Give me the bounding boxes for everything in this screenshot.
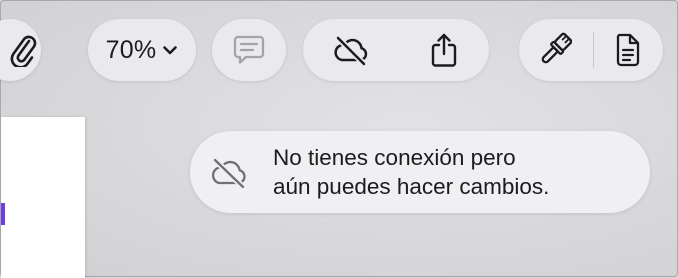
chevron-down-icon [162, 44, 178, 56]
app-window: 70% No tienes conexión pero aún puedes h… [0, 0, 678, 278]
cloud-offline-icon[interactable] [332, 34, 370, 66]
paintbrush-icon[interactable] [538, 32, 572, 68]
document-icon[interactable] [615, 33, 641, 67]
format-document-group [519, 19, 663, 81]
zoom-level: 70% [105, 35, 157, 64]
comment-icon [232, 34, 266, 66]
cloud-offline-icon [208, 156, 250, 195]
toast-message-line1: No tienes conexión pero [273, 145, 516, 170]
toast-message: No tienes conexión pero aún puedes hacer… [273, 143, 633, 201]
zoom-button[interactable]: 70% [88, 19, 196, 81]
document-accent-mark [1, 203, 5, 225]
share-icon[interactable] [430, 32, 458, 68]
document-page[interactable] [1, 117, 85, 278]
comment-button[interactable] [212, 19, 286, 81]
attach-button[interactable] [0, 19, 41, 81]
toolbar-divider [593, 32, 594, 68]
offline-toast: No tienes conexión pero aún puedes hacer… [190, 131, 650, 213]
toast-message-line2: aún puedes hacer cambios. [273, 174, 550, 199]
paperclip-icon [9, 33, 37, 67]
sync-share-group [303, 19, 489, 81]
